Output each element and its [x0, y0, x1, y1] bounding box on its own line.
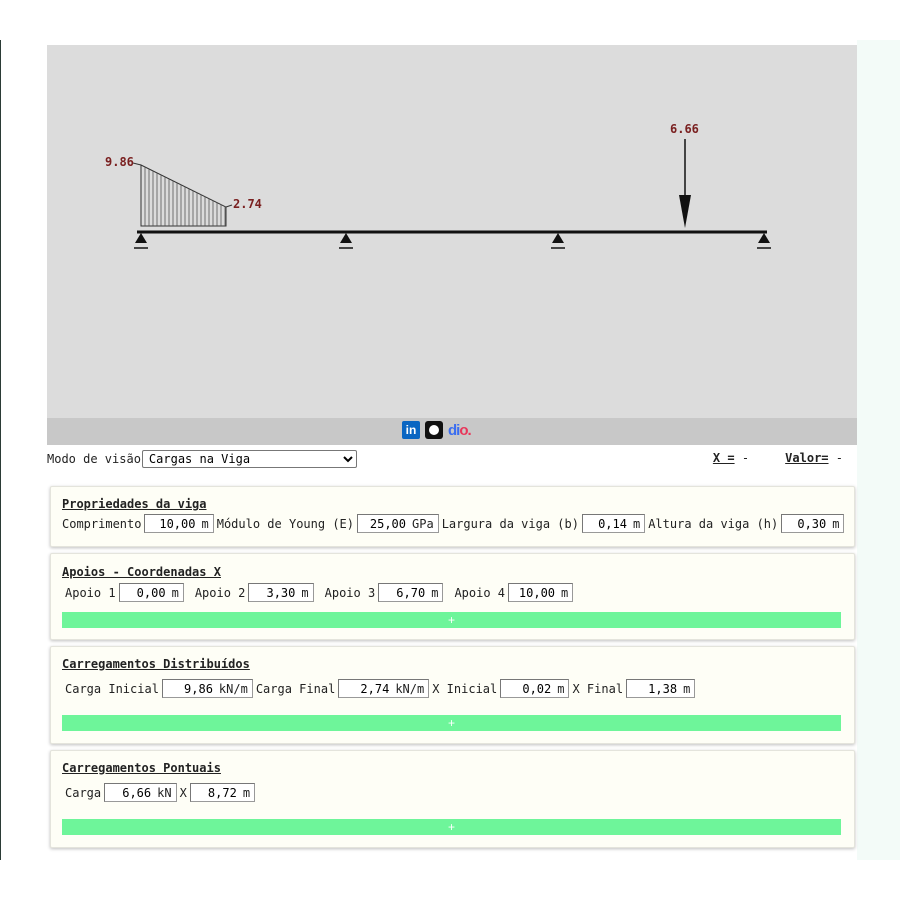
view-mode-label: Modo de visão: [47, 452, 141, 466]
add-point-load-button[interactable]: +: [62, 819, 841, 835]
x-inicial-label: X Inicial: [432, 681, 498, 696]
x-final-field[interactable]: m: [626, 679, 696, 698]
point-loads-row: Carga kN X m: [65, 783, 258, 802]
support-3-field[interactable]: m: [378, 583, 444, 602]
altura-input[interactable]: [786, 516, 827, 531]
largura-label: Largura da viga (b): [441, 516, 579, 531]
largura-input[interactable]: [586, 516, 627, 531]
altura-unit: m: [832, 516, 840, 531]
young-unit: GPa: [412, 516, 434, 531]
young-field[interactable]: GPa: [357, 514, 439, 533]
carga-final-label: Carga Final: [255, 681, 336, 696]
point-load-label: 6.66: [670, 122, 699, 136]
beam-properties-card: Propriedades da viga Comprimento m Módul…: [50, 486, 855, 547]
support-2-label: Apoio 2: [194, 585, 246, 600]
carga-unit: kN: [157, 785, 172, 800]
distributed-loads-title: Carregamentos Distribuídos: [62, 657, 250, 671]
carga-inicial-input[interactable]: [166, 681, 213, 696]
largura-unit: m: [632, 516, 641, 531]
support-3-label: Apoio 3: [324, 585, 376, 600]
support-1: [134, 233, 148, 249]
view-mode-row: Modo de visão Cargas na Viga X = - Valor…: [47, 450, 857, 468]
github-icon[interactable]: [425, 421, 443, 439]
comprimento-field[interactable]: m: [144, 514, 214, 533]
x-final-unit: m: [683, 681, 691, 696]
distributed-loads-row: Carga Inicial kN/m Carga Final kN/m X In…: [65, 679, 698, 698]
support-1-input[interactable]: [123, 585, 166, 600]
supports-title: Apoios - Coordenadas X: [62, 565, 221, 579]
point-load-arrow: [679, 139, 691, 228]
left-border: [0, 40, 1, 860]
comprimento-label: Comprimento: [62, 516, 142, 531]
comprimento-unit: m: [201, 516, 209, 531]
carga-final-input[interactable]: [343, 681, 390, 696]
support-2-field[interactable]: m: [248, 583, 314, 602]
support-2-input[interactable]: [253, 585, 296, 600]
x-final-label: X Final: [572, 681, 624, 696]
add-distributed-load-button[interactable]: +: [62, 715, 841, 731]
carga-final-unit: kN/m: [395, 681, 425, 696]
add-support-button[interactable]: +: [62, 612, 841, 628]
carga-field[interactable]: kN: [104, 783, 177, 802]
dist-load-start-label: 9.86: [105, 155, 134, 169]
support-3: [551, 233, 565, 249]
x-final-input[interactable]: [631, 681, 678, 696]
carga-input[interactable]: [109, 785, 152, 800]
dio-logo[interactable]: dio.: [448, 422, 472, 439]
support-1-label: Apoio 1: [65, 585, 116, 600]
carga-inicial-label: Carga Inicial: [65, 681, 159, 696]
supports-card: Apoios - Coordenadas X Apoio 1 m Apoio 2…: [50, 553, 855, 640]
beam-properties-row: Comprimento m Módulo de Young (E) GPa La…: [62, 514, 847, 533]
x-inicial-input[interactable]: [505, 681, 552, 696]
altura-label: Altura da viga (h): [648, 516, 779, 531]
view-mode-select[interactable]: Cargas na Viga: [141, 450, 357, 468]
point-x-field[interactable]: m: [189, 783, 256, 802]
x-readout-value: -: [741, 451, 750, 465]
x-readout-label: X =: [712, 451, 735, 465]
distributed-load: [132, 162, 233, 227]
support-4: [757, 233, 771, 249]
altura-field[interactable]: m: [781, 514, 845, 533]
footer-icons: in dio.: [402, 421, 472, 439]
support-1-unit: m: [171, 585, 179, 600]
linkedin-icon[interactable]: in: [402, 421, 420, 439]
point-x-unit: m: [242, 785, 251, 800]
point-x-input[interactable]: [194, 785, 237, 800]
valor-readout-value: -: [835, 451, 843, 465]
carga-final-field[interactable]: kN/m: [338, 679, 430, 698]
young-input[interactable]: [362, 516, 406, 531]
cursor-readout: X = - Valor= -: [713, 451, 843, 465]
beam-diagram: 9.86 2.74 6.66: [105, 122, 771, 249]
support-2: [339, 233, 353, 249]
distributed-loads-card: Carregamentos Distribuídos Carga Inicial…: [50, 646, 855, 744]
x-inicial-unit: m: [557, 681, 565, 696]
support-1-field[interactable]: m: [118, 583, 184, 602]
right-margin: [857, 40, 900, 860]
dist-load-end-label: 2.74: [233, 197, 262, 211]
support-3-input[interactable]: [383, 585, 426, 600]
point-loads-card: Carregamentos Pontuais Carga kN X m +: [50, 750, 855, 848]
supports-row: Apoio 1 m Apoio 2 m Apoio 3 m Apoio 4 m: [65, 583, 576, 602]
young-label: Módulo de Young (E): [216, 516, 354, 531]
comprimento-input[interactable]: [149, 516, 196, 531]
carga-inicial-unit: kN/m: [218, 681, 248, 696]
support-3-unit: m: [431, 585, 439, 600]
x-inicial-field[interactable]: m: [500, 679, 570, 698]
carga-inicial-field[interactable]: kN/m: [161, 679, 253, 698]
support-4-field[interactable]: m: [508, 583, 574, 602]
point-loads-title: Carregamentos Pontuais: [62, 761, 221, 775]
beam-diagram-canvas[interactable]: 9.86 2.74 6.66: [47, 45, 857, 418]
support-2-unit: m: [301, 585, 309, 600]
footer-bar: in dio.: [47, 418, 857, 445]
support-4-unit: m: [561, 585, 569, 600]
carga-label: Carga: [65, 785, 102, 800]
largura-field[interactable]: m: [581, 514, 646, 533]
point-x-label: X: [179, 785, 187, 800]
support-4-input[interactable]: [513, 585, 556, 600]
beam-properties-title: Propriedades da viga: [62, 497, 207, 511]
support-4-label: Apoio 4: [454, 585, 506, 600]
valor-readout-label: Valor=: [785, 451, 829, 465]
